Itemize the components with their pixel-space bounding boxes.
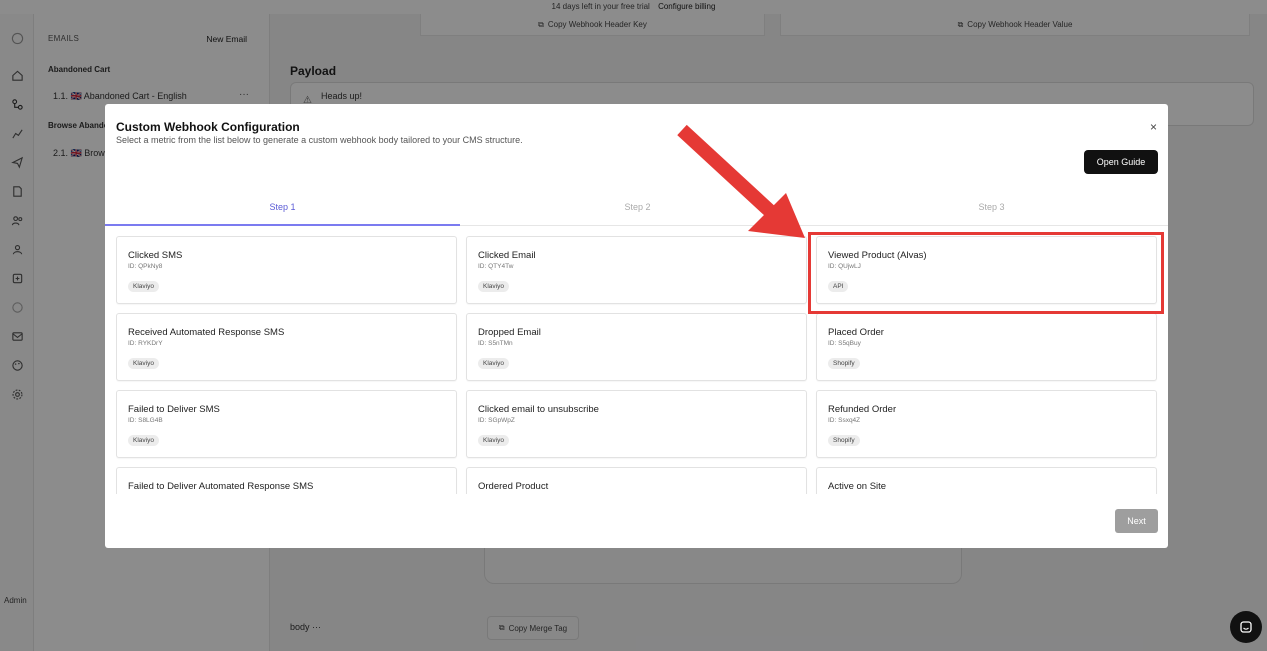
metric-card[interactable]: Placed Order ID: S5qBuy Shopify [816,313,1157,381]
metric-id: ID: QPkNy8 [128,263,163,270]
metric-card[interactable]: Failed to Deliver SMS ID: S8LG4B Klaviyo [116,390,457,458]
metric-source-badge: Klaviyo [128,358,159,369]
metric-card[interactable]: Failed to Deliver Automated Response SMS [116,467,457,494]
metric-id: ID: S8LG4B [128,417,163,424]
tab-step-1[interactable]: Step 1 [105,196,460,226]
highlight-annotation [808,232,1164,314]
metric-card[interactable]: Active on Site [816,467,1157,494]
metric-source-badge: Klaviyo [478,358,509,369]
metric-name: Dropped Email [478,327,541,338]
metric-id: ID: SGpWpZ [478,417,515,424]
metric-id: ID: RYKDrY [128,340,163,347]
metric-name: Received Automated Response SMS [128,327,285,338]
modal-title: Custom Webhook Configuration [116,120,300,134]
metric-name: Failed to Deliver Automated Response SMS [128,481,314,492]
stepper: Step 1 Step 2 Step 3 [105,196,1168,226]
metric-name: Clicked email to unsubscribe [478,404,599,415]
chat-icon [1240,621,1252,633]
metric-source-badge: Klaviyo [478,435,509,446]
metric-name: Active on Site [828,481,887,492]
metric-id: ID: Ssxq4Z [828,417,861,424]
metric-source-badge: Klaviyo [478,281,509,292]
metric-name: Clicked SMS [128,250,183,261]
modal-subtitle: Select a metric from the list below to g… [116,135,523,145]
metric-source-badge: Klaviyo [128,281,159,292]
metric-source-badge: Klaviyo [128,435,159,446]
tab-step-3[interactable]: Step 3 [814,196,1169,226]
metric-card[interactable]: Dropped Email ID: S5nTMn Klaviyo [466,313,807,381]
metric-name: Placed Order [828,327,884,338]
metric-card[interactable]: Clicked email to unsubscribe ID: SGpWpZ Kl… [466,390,807,458]
metric-name: Failed to Deliver SMS [128,404,220,415]
metric-name: Ordered Product [478,481,549,492]
metric-id: ID: S5qBuy [828,340,861,347]
close-icon[interactable]: × [1150,120,1157,134]
metric-id: ID: S5nTMn [478,340,513,347]
metric-card[interactable]: Refunded Order ID: Ssxq4Z Shopify [816,390,1157,458]
custom-webhook-modal: Custom Webhook Configuration Select a me… [105,104,1168,548]
metric-source-badge: Shopify [828,435,860,446]
chat-widget[interactable] [1230,611,1262,643]
next-button[interactable]: Next [1115,509,1158,533]
annotation-arrow [677,124,805,238]
metric-name: Refunded Order [828,404,897,415]
metric-card[interactable]: Ordered Product [466,467,807,494]
open-guide-button[interactable]: Open Guide [1084,150,1158,174]
metric-source-badge: Shopify [828,358,860,369]
metric-card[interactable]: Received Automated Response SMS ID: RYKDr… [116,313,457,381]
metric-name: Clicked Email [478,250,536,261]
metric-id: ID: QTY4Tw [478,263,514,270]
metric-card[interactable]: Clicked SMS ID: QPkNy8 Klaviyo [116,236,457,304]
